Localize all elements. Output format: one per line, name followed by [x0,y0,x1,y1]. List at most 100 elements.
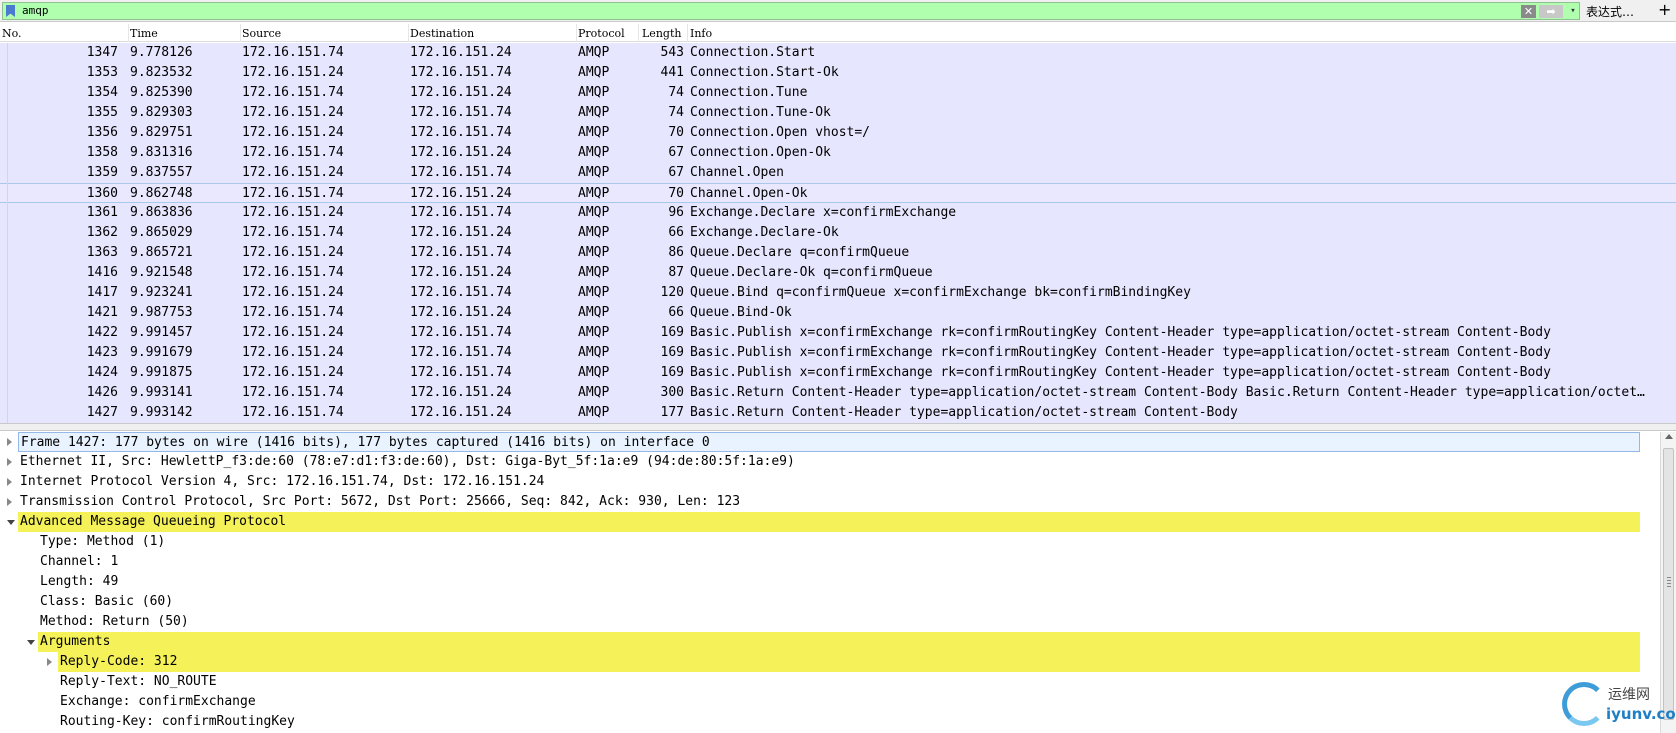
expression-button[interactable]: 表达式… [1586,3,1634,20]
detail-tree-item[interactable]: Reply-Code: 312 [58,652,1640,672]
column-header-destination[interactable]: Destination [410,27,474,40]
packet-cell-len: 74 [668,85,684,100]
apply-filter-icon[interactable]: ➡ [1539,5,1563,18]
column-header-protocol[interactable]: Protocol [578,27,625,40]
detail-tree-item[interactable]: Class: Basic (60) [38,592,1640,612]
packet-cell-len: 74 [668,105,684,120]
packet-cell-len: 441 [660,65,684,80]
packet-row[interactable]: 1421 9.987753 172.16.151.74 172.16.151.24 AM… [0,303,1676,323]
packet-cell-info: Basic.Publish x=confirmExchange rk=confi… [690,325,1551,340]
swirl-logo-icon [1562,682,1606,726]
packet-row[interactable]: 1422 9.991457 172.16.151.24 172.16.151.74 AM… [0,323,1676,343]
packet-cell-len: 543 [660,45,684,60]
packet-cell-info: Channel.Open [690,165,784,180]
expand-arrow-icon[interactable] [7,438,12,446]
display-filter-input[interactable]: amqp ✕ ➡ ▾ [2,2,1580,20]
packet-cell-info: Basic.Return Content-Header type=applica… [690,405,1238,420]
packet-cell-info: Connection.Open-Ok [690,145,831,160]
packet-cell-len: 67 [668,165,684,180]
detail-tree-item[interactable]: Frame 1427: 177 bytes on wire (1416 bits… [18,432,1640,452]
packet-row[interactable]: 1353 9.823532 172.16.151.24 172.16.151.74 AM… [0,63,1676,83]
packet-cell-len: 86 [668,245,684,260]
packet-cell-len: 67 [668,145,684,160]
expand-arrow-icon[interactable] [7,498,12,506]
packet-cell-info: Queue.Declare q=confirmQueue [690,245,910,260]
packet-list[interactable]: 1347 9.778126 172.16.151.74 172.16.151.24 AM… [0,43,1676,424]
packet-cell-len: 177 [660,405,684,420]
column-divider[interactable] [638,24,639,42]
detail-tree-item[interactable]: Type: Method (1) [38,532,1640,552]
packet-cell-len: 66 [668,305,684,320]
packet-cell-info: Queue.Declare-Ok q=confirmQueue [690,265,933,280]
packet-cell-len: 120 [660,285,684,300]
watermark-cn-text: 运维网 [1608,687,1650,703]
packet-cell-len: 70 [668,125,684,140]
detail-tree-label: Advanced Message Queueing Protocol [20,514,287,529]
column-divider[interactable] [687,24,688,42]
filter-history-dropdown-icon[interactable]: ▾ [1567,4,1579,18]
column-divider[interactable] [408,24,409,42]
packet-cell-len: 300 [660,385,684,400]
column-header-source[interactable]: Source [242,27,281,40]
column-header-no[interactable]: No. [2,27,22,40]
detail-tree-label: Frame 1427: 177 bytes on wire (1416 bits… [21,435,710,450]
expand-arrow-icon[interactable] [7,458,12,466]
packet-row[interactable]: 1356 9.829751 172.16.151.24 172.16.151.74 AM… [0,123,1676,143]
packet-row[interactable]: 1416 9.921548 172.16.151.74 172.16.151.24 AM… [0,263,1676,283]
detail-tree-item[interactable]: Reply-Text: NO_ROUTE [58,672,1640,692]
packet-row[interactable]: 1362 9.865029 172.16.151.74 172.16.151.24 AM… [0,223,1676,243]
detail-tree-item[interactable]: Advanced Message Queueing Protocol [18,512,1640,532]
add-filter-button-icon[interactable]: + [1658,0,1671,19]
packet-row[interactable]: 1426 9.993141 172.16.151.74 172.16.151.24 AM… [0,383,1676,403]
column-header-length[interactable]: Length [642,27,681,40]
detail-tree-item[interactable]: Exchange: confirmExchange [58,692,1640,712]
clear-filter-icon[interactable]: ✕ [1521,5,1536,18]
packet-row[interactable]: 1423 9.991679 172.16.151.24 172.16.151.74 AM… [0,343,1676,363]
packet-row[interactable]: 1417 9.923241 172.16.151.24 172.16.151.74 AM… [0,283,1676,303]
packet-row[interactable]: 1359 9.837557 172.16.151.24 172.16.151.74 AM… [0,163,1676,183]
packet-cell-info: Channel.Open-Ok [690,186,808,201]
expand-arrow-icon[interactable] [7,478,12,486]
scroll-up-arrow-icon[interactable] [1665,434,1673,439]
detail-tree-label: Transmission Control Protocol, Src Port:… [20,494,741,509]
packet-row[interactable]: 1358 9.831316 172.16.151.74 172.16.151.24 AM… [0,143,1676,163]
packet-row[interactable]: 1363 9.865721 172.16.151.24 172.16.151.74 AM… [0,243,1676,263]
detail-tree-item[interactable]: Length: 49 [38,572,1640,592]
collapse-arrow-icon[interactable] [7,520,15,525]
column-divider[interactable] [128,24,129,42]
packet-cell-len: 70 [668,186,684,201]
column-divider[interactable] [576,24,577,42]
detail-tree-item[interactable]: Channel: 1 [38,552,1640,572]
column-header-time[interactable]: Time [130,27,158,40]
packet-cell-info: Exchange.Declare x=confirmExchange [690,205,957,220]
column-divider[interactable] [240,24,241,42]
detail-tree-item[interactable]: Method: Return (50) [38,612,1640,632]
column-header-info[interactable]: Info [690,27,712,40]
packet-cell-len: 66 [668,225,684,240]
pane-splitter[interactable] [0,423,1676,431]
packet-row[interactable]: 1360 9.862748 172.16.151.74 172.16.151.24 AM… [0,183,1676,203]
packet-row[interactable]: 1347 9.778126 172.16.151.74 172.16.151.24 AM… [0,43,1676,63]
packet-row[interactable]: 1355 9.829303 172.16.151.24 172.16.151.74 AM… [0,103,1676,123]
bookmark-icon[interactable] [6,5,15,17]
detail-tree-item[interactable]: Routing-Key: confirmRoutingKey [58,712,1640,732]
packet-cell-info: Exchange.Declare-Ok [690,225,839,240]
collapse-arrow-icon[interactable] [27,640,35,645]
packet-row[interactable]: 1427 9.993142 172.16.151.74 172.16.151.24 AM… [0,403,1676,423]
packet-cell-info: Basic.Publish x=confirmExchange rk=confi… [690,365,1551,380]
packet-cell-info: Connection.Start-Ok [690,65,839,80]
watermark-site-text: iyunv.com [1606,705,1676,723]
packet-row[interactable]: 1354 9.825390 172.16.151.74 172.16.151.24 AM… [0,83,1676,103]
packet-row[interactable]: 1424 9.991875 172.16.151.24 172.16.151.74 AM… [0,363,1676,383]
expand-arrow-icon[interactable] [47,658,52,666]
scrollbar-grip-icon [1667,577,1671,589]
detail-tree-item[interactable]: Transmission Control Protocol, Src Port:… [18,492,1640,512]
packet-row[interactable]: 1361 9.863836 172.16.151.24 172.16.151.74 AM… [0,203,1676,223]
detail-tree-item[interactable]: Arguments [38,632,1640,652]
detail-tree-item[interactable]: Internet Protocol Version 4, Src: 172.16… [18,472,1640,492]
packet-details-tree[interactable]: Frame 1427: 177 bytes on wire (1416 bits… [0,432,1660,733]
packet-cell-info: Connection.Tune-Ok [690,105,831,120]
watermark-logo: 运维网 iyunv.com [1562,680,1676,730]
display-filter-text[interactable]: amqp [22,4,49,17]
detail-tree-item[interactable]: Ethernet II, Src: HewlettP_f3:de:60 (78:… [18,452,1640,472]
